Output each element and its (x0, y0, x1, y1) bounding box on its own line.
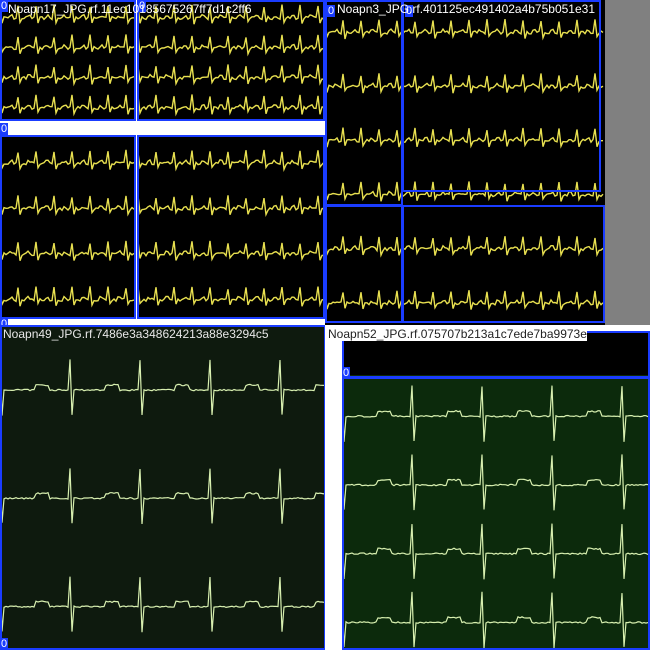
bounding-box (137, 0, 325, 121)
bounding-box (0, 0, 136, 121)
bounding-box (137, 135, 325, 319)
tile-noapn3: 0 0 Noapn3_JPG.rf.401125ec491402a4b75b05… (325, 0, 650, 325)
bounding-box (325, 0, 403, 206)
bounding-box (325, 205, 403, 323)
bounding-box (342, 377, 650, 650)
box-label: 0 (0, 0, 9, 12)
box-label: 0 (327, 5, 336, 17)
box-label: 0 (0, 638, 9, 650)
image-title: Noapn17_JPG.rf.11ec10185675267ff7d1c2ff6 (8, 2, 252, 16)
image-title: Noapn3_JPG.rf.401125ec491402a4b75b051e31 (337, 2, 595, 16)
tile-noapn49: Noapn49_JPG.rf.7486e3a348624213a88e3294c… (0, 325, 325, 650)
box-label: 0 (0, 318, 9, 325)
box-label: 0 (0, 123, 9, 135)
bounding-box (402, 205, 605, 323)
tile-noapn17: 0 0 0 0 Noapn17_JPG.rf.11ec10185675267ff… (0, 0, 325, 325)
image-title: Noapn52_JPG.rf.075707b213a1c7ede7ba9973e (328, 327, 587, 341)
bounding-box (402, 0, 601, 192)
tile-noapn52: Noapn52_JPG.rf.075707b213a1c7ede7ba9973e… (325, 325, 650, 650)
image-title: Noapn49_JPG.rf.7486e3a348624213a88e3294c… (3, 327, 269, 341)
bounding-box (0, 135, 136, 319)
bounding-box (0, 325, 325, 650)
box-label: 0 (342, 367, 351, 379)
